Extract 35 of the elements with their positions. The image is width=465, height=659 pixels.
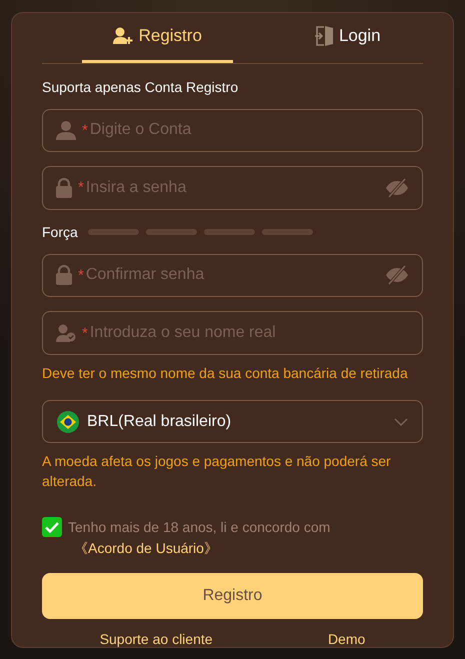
hint-text: Deve ter o mesmo nome da sua conta bancária de retirada [42,364,409,383]
lock-icon [56,178,72,198]
chevron-down-icon [394,418,408,426]
input-field[interactable]: Insira a senha [84,178,379,198]
required-mark: * [78,179,84,196]
input-field[interactable]: Confirmar senha [84,265,379,286]
user-check-icon [56,324,76,342]
input-field[interactable]: Introduza o seu nome real [88,323,409,344]
flag-icon [57,410,79,433]
currency-note: A moeda afeta os jogos e pagamentos e não poderá ser alterada. [42,452,392,492]
input-field[interactable]: Digite o Conta [88,120,409,140]
footer-link[interactable]: Suporte ao cliente [94,630,219,647]
register-button[interactable]: Registro [42,573,423,619]
user-plus-icon [112,27,133,46]
user-icon [56,120,76,140]
lock-icon [56,265,72,286]
agreement-text: Tenho mais de 18 anos, li e concordo com 《Acordo de Usuário》 [68,518,332,558]
strength-segment [146,228,197,235]
strength-segment [262,228,313,235]
required-mark: * [82,122,88,139]
checkbox[interactable] [42,517,62,538]
eye-off-icon[interactable] [385,265,409,286]
notice-text: Suporta apenas Conta Registro [42,78,240,94]
eye-off-icon[interactable] [385,178,409,198]
required-mark: * [82,324,88,342]
agreement-link[interactable]: 《Acordo de Usuário》 [74,540,218,556]
tab[interactable]: Login [272,13,423,62]
door-icon [314,26,333,46]
currency-select[interactable]: BRL(Real brasileiro) [42,400,423,444]
tab[interactable]: Registro [82,13,232,62]
required-mark: * [78,266,84,284]
footer-link[interactable]: Demo [322,630,372,647]
strength-label: Força [42,224,78,240]
strength-segment [204,228,255,235]
strength-segment [88,228,139,235]
